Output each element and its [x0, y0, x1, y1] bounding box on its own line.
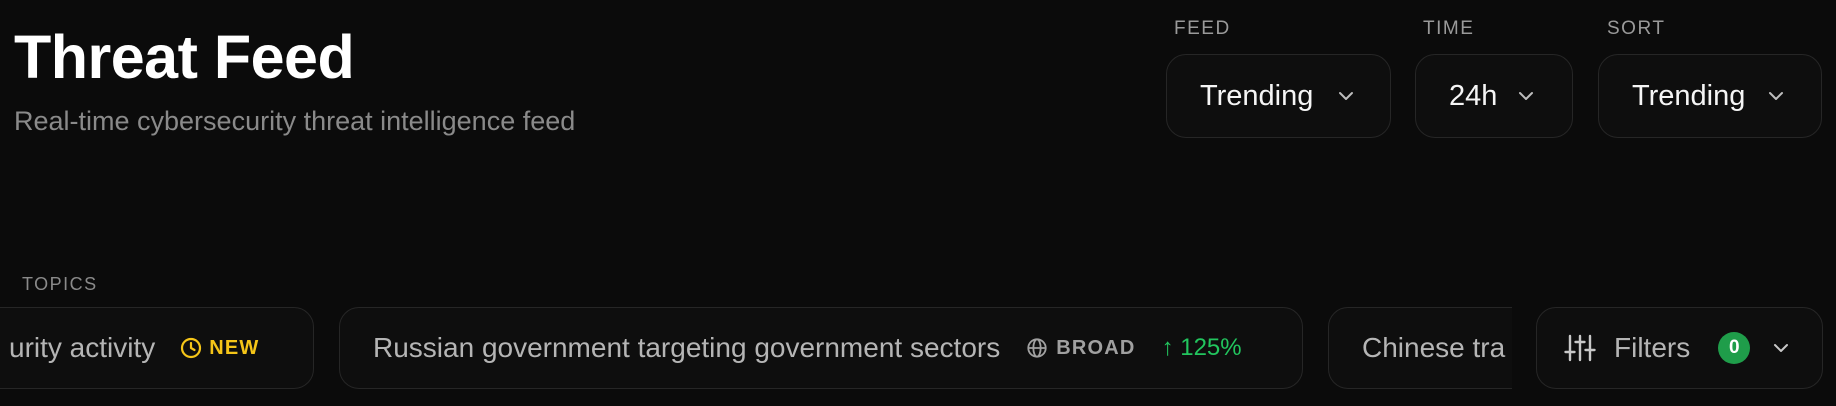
globe-icon	[1027, 338, 1047, 358]
time-select-value: 24h	[1449, 79, 1498, 112]
chevron-down-icon	[1769, 92, 1784, 100]
chevron-down-icon	[1774, 344, 1789, 352]
sort-label: SORT	[1607, 18, 1666, 39]
broad-badge: BROAD	[1026, 337, 1135, 360]
topic-chip-text: urity activity	[9, 332, 156, 363]
chevron-down-icon	[1339, 92, 1354, 100]
page-title: Threat Feed	[14, 23, 355, 91]
filters-count-badge: 0	[1718, 332, 1751, 364]
page-subtitle: Real-time cybersecurity threat intellige…	[14, 106, 576, 136]
broad-badge-label: BROAD	[1056, 336, 1136, 359]
new-badge-label: NEW	[209, 336, 260, 359]
sliders-icon	[1564, 334, 1596, 362]
clock-icon	[181, 337, 202, 359]
topic-chip[interactable]: Russian government targeting government …	[339, 307, 1303, 389]
sort-select-value: Trending	[1632, 79, 1746, 112]
feed-select-value: Trending	[1200, 79, 1314, 112]
trend-indicator: ↑ 125%	[1161, 334, 1242, 361]
topics-label: TOPICS	[22, 274, 98, 294]
sort-select[interactable]: Trending	[1598, 54, 1822, 138]
feed-select[interactable]: Trending	[1166, 54, 1391, 138]
topic-chip-text: Chinese tra	[1362, 332, 1506, 363]
new-badge: NEW	[179, 336, 259, 360]
chevron-down-icon	[1519, 92, 1534, 100]
topic-chip[interactable]: Chinese tra	[1328, 307, 1512, 389]
time-label: TIME	[1423, 18, 1475, 39]
topic-chip[interactable]: urity activity NEW	[0, 307, 314, 389]
feed-label: FEED	[1174, 18, 1231, 39]
filters-label: Filters	[1614, 332, 1691, 363]
filters-button[interactable]: Filters 0	[1536, 307, 1823, 389]
time-select[interactable]: 24h	[1415, 54, 1573, 138]
topics-carousel[interactable]: urity activity NEW Russian government ta…	[0, 305, 1512, 391]
topic-chip-text: Russian government targeting government …	[373, 332, 1001, 363]
